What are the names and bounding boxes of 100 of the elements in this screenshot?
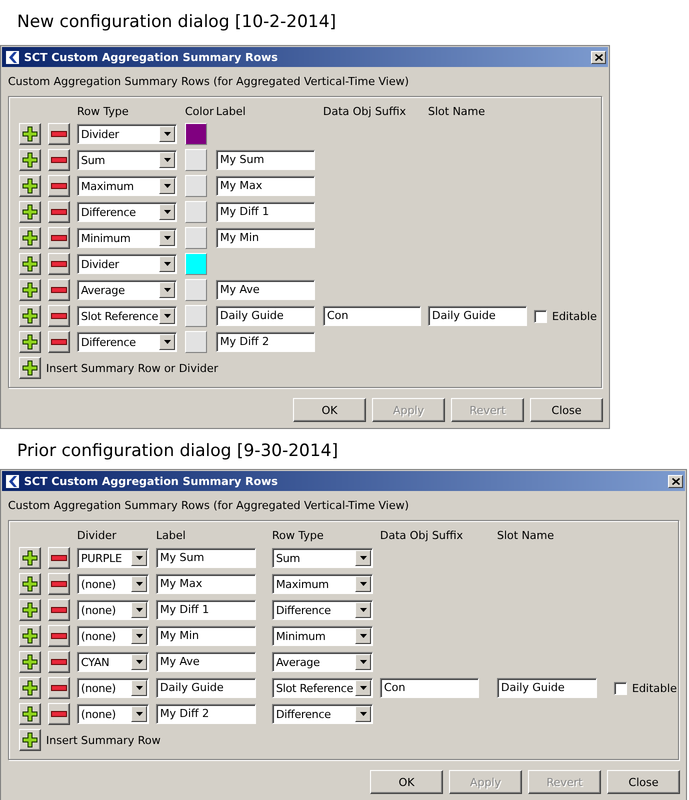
dropdown[interactable]: Difference <box>77 202 177 222</box>
text-field[interactable]: My Max <box>156 574 256 594</box>
remove-row-button[interactable] <box>48 305 70 327</box>
dialog-button[interactable]: Close <box>607 770 680 794</box>
dropdown[interactable]: (none) <box>77 600 149 620</box>
window-title: SCT Custom Aggregation Summary Rows <box>24 50 278 64</box>
dialog-button[interactable]: OK <box>293 398 366 422</box>
dropdown[interactable]: Minimum <box>272 626 373 646</box>
color-swatch[interactable] <box>185 201 207 223</box>
text-field[interactable]: My Max <box>216 176 315 196</box>
close-button[interactable] <box>668 474 683 488</box>
minus-icon <box>51 287 67 293</box>
text-field[interactable]: My Diff 2 <box>216 332 315 352</box>
add-row-button[interactable] <box>19 305 41 327</box>
color-swatch[interactable] <box>185 175 207 197</box>
dropdown[interactable]: Difference <box>272 600 373 620</box>
remove-row-button[interactable] <box>48 331 70 353</box>
add-row-button[interactable] <box>19 599 41 621</box>
dialog-button[interactable]: OK <box>370 770 443 794</box>
add-row-button[interactable] <box>19 703 41 725</box>
remove-row-button[interactable] <box>48 651 70 673</box>
dropdown[interactable]: (none) <box>77 574 149 594</box>
color-swatch[interactable] <box>185 253 207 275</box>
add-row-button[interactable] <box>19 253 41 275</box>
remove-row-button[interactable] <box>48 149 70 171</box>
remove-row-button[interactable] <box>48 573 70 595</box>
remove-row-button[interactable] <box>48 703 70 725</box>
dropdown[interactable]: Average <box>77 280 177 300</box>
text-field[interactable]: Daily Guide <box>497 678 597 698</box>
dropdown[interactable]: (none) <box>77 626 149 646</box>
remove-row-button[interactable] <box>48 677 70 699</box>
dropdown[interactable]: Minimum <box>77 228 177 248</box>
remove-row-button[interactable] <box>48 123 70 145</box>
dropdown[interactable]: (none) <box>77 704 149 724</box>
close-button[interactable] <box>591 50 606 64</box>
dropdown[interactable]: CYAN <box>77 652 149 672</box>
text-field[interactable]: Daily Guide <box>428 306 527 326</box>
dropdown[interactable]: Divider <box>77 124 177 144</box>
dropdown[interactable]: Average <box>272 652 373 672</box>
text-field[interactable]: My Ave <box>156 652 256 672</box>
color-swatch[interactable] <box>185 279 207 301</box>
dropdown[interactable]: (none) <box>77 678 149 698</box>
remove-row-button[interactable] <box>48 201 70 223</box>
color-swatch[interactable] <box>185 149 207 171</box>
color-swatch[interactable] <box>185 227 207 249</box>
column-header: Color <box>185 105 214 119</box>
add-row-button[interactable] <box>19 279 41 301</box>
add-row-button[interactable] <box>19 201 41 223</box>
text-field[interactable]: My Min <box>156 626 256 646</box>
text-field[interactable]: Daily Guide <box>156 678 256 698</box>
plus-icon <box>22 152 38 168</box>
text-field[interactable]: My Sum <box>156 548 256 568</box>
dropdown[interactable]: Sum <box>272 548 373 568</box>
text-field[interactable]: My Sum <box>216 150 315 170</box>
dropdown[interactable]: Maximum <box>77 176 177 196</box>
add-row-button[interactable] <box>19 651 41 673</box>
remove-row-button[interactable] <box>48 599 70 621</box>
dropdown[interactable]: Sum <box>77 150 177 170</box>
add-row-button[interactable] <box>19 175 41 197</box>
color-swatch[interactable] <box>185 123 207 145</box>
add-row-button[interactable] <box>19 149 41 171</box>
add-row-button[interactable] <box>19 331 41 353</box>
add-row-button[interactable] <box>19 677 41 699</box>
add-row-button[interactable] <box>19 547 41 569</box>
remove-row-button[interactable] <box>48 625 70 647</box>
text-field[interactable]: Daily Guide <box>216 306 315 326</box>
remove-row-button[interactable] <box>48 253 70 275</box>
remove-row-button[interactable] <box>48 547 70 569</box>
text-field[interactable]: My Diff 2 <box>156 704 256 724</box>
dialog-button[interactable]: Close <box>530 398 603 422</box>
text-field[interactable]: My Ave <box>216 280 315 300</box>
remove-row-button[interactable] <box>48 279 70 301</box>
dropdown[interactable]: Slot Reference <box>77 306 177 326</box>
checkbox[interactable] <box>614 682 627 694</box>
add-row-button[interactable] <box>19 123 41 145</box>
add-row-button[interactable] <box>19 625 41 647</box>
insert-row-button[interactable] <box>19 729 41 751</box>
add-row-button[interactable] <box>19 573 41 595</box>
checkbox[interactable] <box>534 310 547 322</box>
column-header: Row Type <box>77 105 129 119</box>
text-field[interactable]: My Diff 1 <box>216 202 315 222</box>
plus-icon <box>22 334 38 350</box>
add-row-button[interactable] <box>19 227 41 249</box>
dropdown[interactable]: Maximum <box>272 574 373 594</box>
insert-row-button[interactable] <box>19 357 41 379</box>
text-field[interactable]: My Min <box>216 228 315 248</box>
dropdown[interactable]: PURPLE <box>77 548 149 568</box>
dropdown[interactable]: Slot Reference <box>272 678 373 698</box>
dropdown[interactable]: Difference <box>272 704 373 724</box>
text-field[interactable]: Con <box>323 306 421 326</box>
color-swatch[interactable] <box>185 305 207 327</box>
dropdown[interactable]: Divider <box>77 254 177 274</box>
plus-icon <box>22 628 38 644</box>
remove-row-button[interactable] <box>48 227 70 249</box>
remove-row-button[interactable] <box>48 175 70 197</box>
text-field[interactable]: Con <box>380 678 479 698</box>
dropdown[interactable]: Difference <box>77 332 177 352</box>
plus-icon <box>22 126 38 142</box>
text-field[interactable]: My Diff 1 <box>156 600 256 620</box>
color-swatch[interactable] <box>185 331 207 353</box>
